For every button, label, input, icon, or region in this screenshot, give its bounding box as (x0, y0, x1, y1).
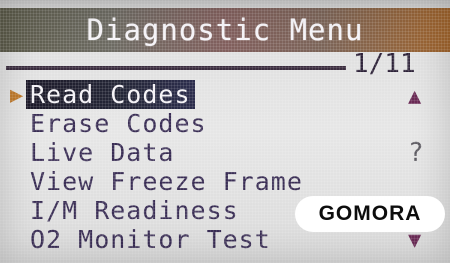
page-divider (6, 66, 346, 70)
menu-item-label: Read Codes (26, 80, 195, 109)
scanner-screen: Diagnostic Menu 1/11 ▶ Read Codes ▲ Eras… (0, 0, 450, 263)
menu-item-live-data[interactable]: Live Data ? (0, 138, 450, 168)
menu-item-view-freeze-frame[interactable]: View Freeze Frame (0, 167, 450, 196)
page-indicator: 1/11 (353, 49, 416, 79)
menu-item-label: Erase Codes (30, 109, 207, 138)
menu-item-erase-codes[interactable]: Erase Codes (0, 109, 450, 138)
menu-item-label: View Freeze Frame (30, 167, 303, 196)
menu-item-read-codes[interactable]: ▶ Read Codes ▲ (0, 80, 450, 109)
watermark-text: GOMORA (318, 202, 422, 225)
cursor-arrow-icon: ▶ (10, 83, 24, 108)
menu-item-label: I/M Readiness (30, 196, 239, 225)
screen-title: Diagnostic Menu (86, 13, 364, 47)
scroll-up-icon[interactable]: ▲ (408, 84, 421, 109)
title-bar: Diagnostic Menu (0, 8, 450, 52)
menu-item-label: Live Data (30, 138, 175, 167)
watermark-badge: GOMORA (295, 196, 445, 232)
menu-item-label: O2 Monitor Test (30, 225, 271, 254)
help-icon[interactable]: ? (408, 138, 424, 168)
